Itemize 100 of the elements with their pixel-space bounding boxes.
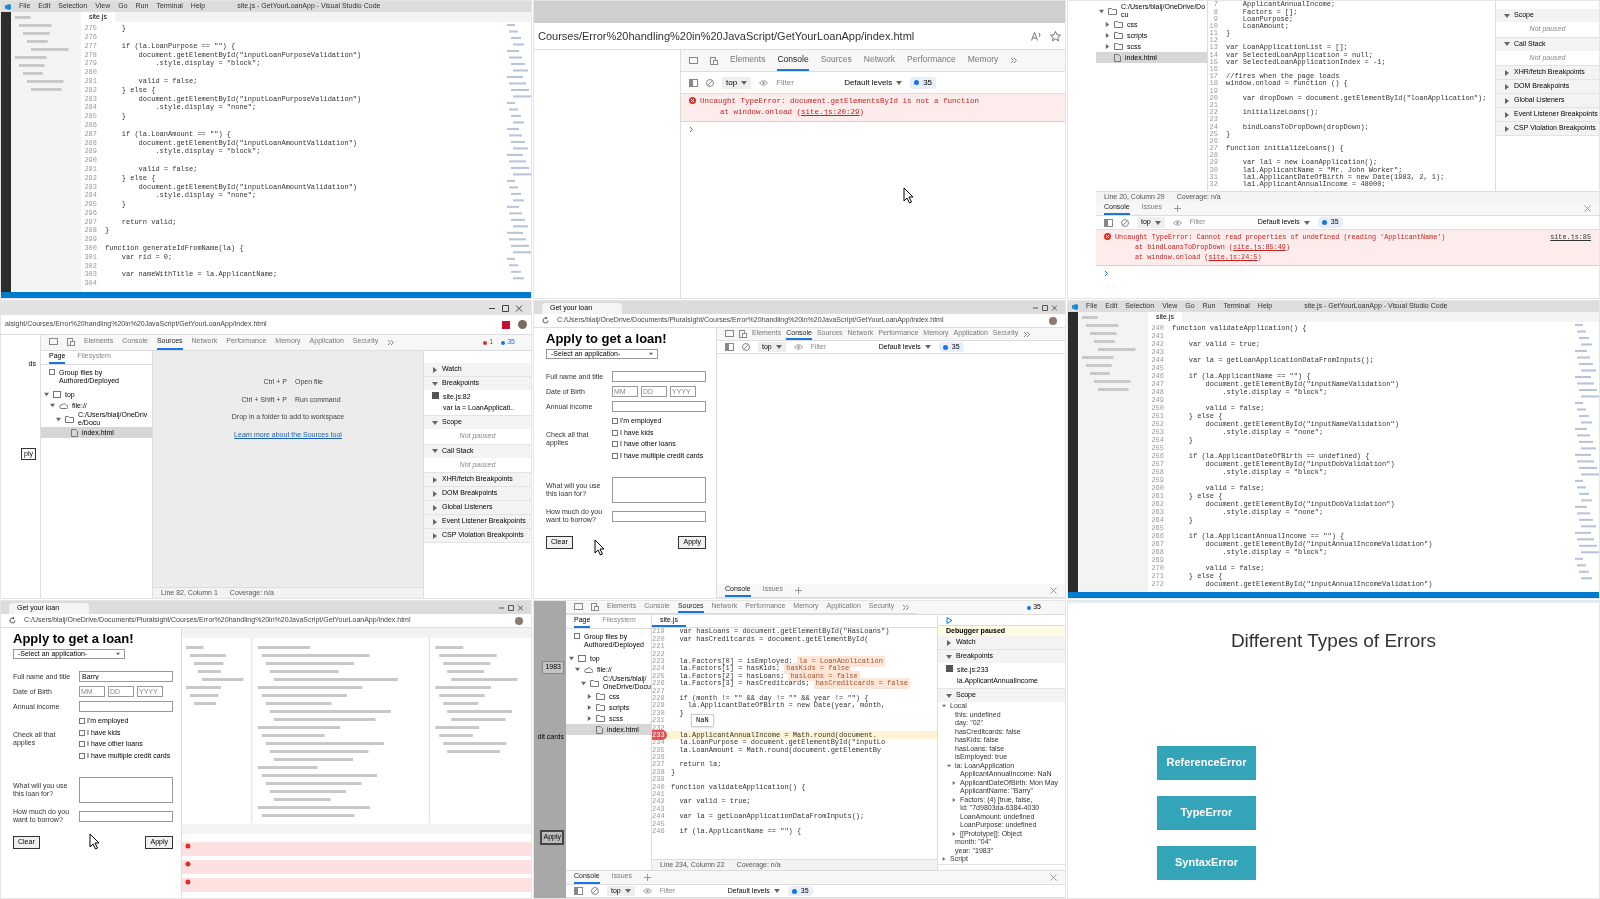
error-type-block: SyntaxError (1157, 845, 1256, 880)
clear-console-icon[interactable] (1121, 218, 1129, 227)
close-icon[interactable] (1050, 587, 1057, 594)
folder-icon (65, 415, 74, 423)
log-levels-dropdown[interactable]: Default levels (844, 76, 903, 89)
error-icon (689, 97, 696, 104)
eye-icon[interactable] (759, 79, 769, 86)
caret-icon (952, 797, 956, 802)
profile-avatar (515, 616, 523, 625)
window-controls-icon (499, 605, 523, 611)
devtools-tab[interactable]: Network (863, 50, 895, 71)
app-logo-icon (5, 3, 11, 10)
frame-icon (53, 391, 61, 398)
device-icon[interactable] (67, 338, 75, 346)
close-icon[interactable] (1050, 874, 1057, 881)
inspect-icon[interactable] (49, 338, 58, 346)
purpose-field[interactable] (79, 777, 173, 803)
caret-icon (1504, 41, 1510, 47)
console-prompt-icon (1104, 269, 1109, 277)
breakpoint-checkbox[interactable] (946, 665, 953, 672)
profile-avatar (1049, 316, 1057, 325)
devtools-tab[interactable]: Console (777, 50, 809, 71)
income-field[interactable] (79, 701, 173, 712)
name-field[interactable] (612, 371, 706, 382)
caret-icon (952, 780, 956, 785)
file-icon (596, 725, 603, 734)
add-icon[interactable] (794, 587, 802, 594)
clear-console-icon[interactable] (706, 78, 714, 87)
caret-icon (432, 419, 438, 426)
devtools-tab[interactable]: Elements (730, 50, 766, 71)
address-bar[interactable]: Courses/Error%20handling%20in%20JavaScript/GetYourLoanApp/index.html (538, 27, 915, 45)
group-checkbox[interactable] (574, 633, 580, 639)
more-tabs-icon[interactable] (1010, 57, 1018, 64)
purpose-field[interactable] (612, 477, 706, 503)
caret-icon (649, 352, 653, 356)
devtools-tab[interactable]: Sources (820, 50, 852, 71)
mouse-pointer-icon (594, 539, 606, 556)
checkbox[interactable] (79, 729, 85, 736)
eye-icon[interactable] (793, 344, 803, 350)
caret-icon (942, 857, 946, 862)
amount-field[interactable] (612, 510, 706, 522)
device-icon[interactable] (710, 56, 718, 65)
devtools-tab[interactable]: Memory (967, 50, 999, 71)
cloud-icon (59, 402, 68, 409)
close-icon[interactable] (1584, 205, 1591, 212)
caret-icon (741, 79, 748, 86)
clear-console-icon[interactable] (591, 887, 599, 895)
checkbox[interactable] (612, 418, 618, 425)
reload-icon[interactable] (542, 317, 549, 324)
caret-icon (896, 79, 903, 86)
sidebar-icon[interactable] (689, 78, 698, 87)
sidebar-icon[interactable] (574, 887, 583, 895)
caret-icon (1504, 12, 1510, 19)
add-icon[interactable] (643, 874, 651, 881)
window-controls-icon (489, 304, 523, 312)
checkbox[interactable] (79, 718, 85, 725)
caret-icon (773, 888, 780, 894)
device-icon[interactable] (591, 603, 599, 611)
page-heading: Apply to get a loan! (13, 632, 135, 645)
caret-icon (624, 888, 631, 894)
more-tabs-icon[interactable] (387, 338, 395, 346)
add-icon[interactable] (1173, 205, 1181, 212)
checkbox[interactable] (79, 752, 85, 759)
device-icon[interactable] (739, 330, 747, 338)
slide-title: Different Types of Errors (1229, 629, 1438, 653)
devtools-tab[interactable]: Performance (907, 50, 956, 71)
clear-console-icon[interactable] (742, 343, 750, 351)
more-tabs-icon[interactable] (902, 603, 910, 611)
inspect-icon[interactable] (725, 330, 734, 338)
caret-icon (775, 344, 782, 350)
profile-avatar (518, 320, 527, 329)
favorite-icon[interactable] (1050, 30, 1061, 42)
caret-icon (947, 763, 951, 768)
reload-icon[interactable] (9, 617, 16, 624)
more-tabs-icon[interactable] (1023, 330, 1031, 338)
checkbox[interactable] (612, 429, 618, 436)
read-aloud-icon[interactable] (1031, 31, 1042, 41)
file-icon (1114, 53, 1121, 62)
mouse-pointer-icon (89, 833, 101, 850)
eye-icon[interactable] (1172, 219, 1182, 226)
extension-icon (502, 320, 510, 329)
checkbox[interactable] (612, 441, 618, 448)
caret-icon (116, 652, 120, 656)
mouse-pointer-icon (903, 187, 915, 204)
amount-field[interactable] (79, 810, 173, 822)
inspect-icon[interactable] (574, 603, 583, 611)
checkbox[interactable] (79, 741, 85, 748)
breakpoint-checkbox[interactable] (432, 392, 439, 399)
checkbox[interactable] (612, 452, 618, 459)
window-controls-icon (1033, 305, 1057, 311)
sidebar-icon[interactable] (725, 343, 734, 351)
sidebar-icon[interactable] (1104, 218, 1113, 227)
income-field[interactable] (612, 401, 706, 412)
caret-icon (952, 831, 956, 836)
eye-icon[interactable] (642, 888, 652, 894)
inspect-icon[interactable] (689, 56, 698, 65)
console-prompt-icon (689, 125, 694, 133)
group-checkbox[interactable] (49, 369, 55, 375)
context-dropdown[interactable]: top (722, 76, 752, 89)
resume-icon[interactable] (946, 616, 953, 624)
